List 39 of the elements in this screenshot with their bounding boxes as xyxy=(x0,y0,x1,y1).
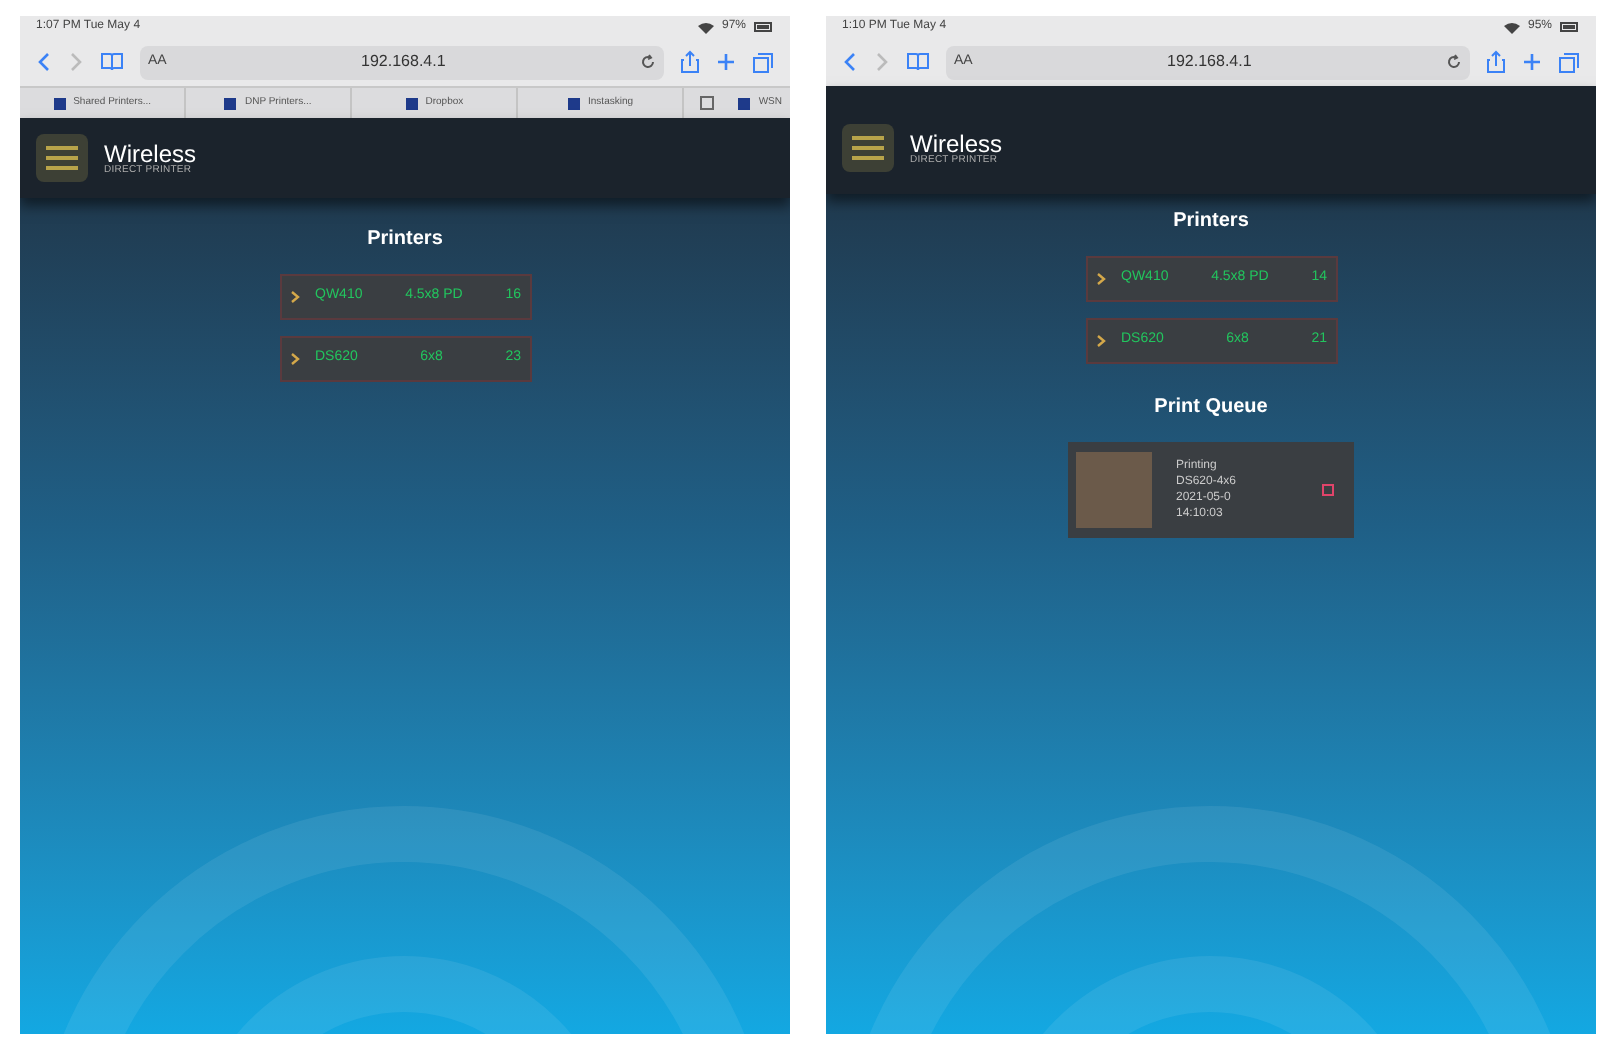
book-icon[interactable] xyxy=(906,52,930,72)
add-icon[interactable] xyxy=(716,52,736,72)
url-text: 192.168.4.1 xyxy=(1165,50,1254,74)
forward-icon[interactable] xyxy=(874,52,890,72)
battery-icon xyxy=(754,22,774,32)
forward-icon[interactable] xyxy=(68,52,84,72)
wifi-icon xyxy=(697,21,714,33)
section-title: Print Queue xyxy=(1154,394,1268,422)
section-title: Printers xyxy=(367,226,443,254)
reload-icon[interactable] xyxy=(640,54,656,70)
tabs-icon[interactable] xyxy=(752,51,774,73)
section-title: Printers xyxy=(1173,208,1249,236)
url-text: 192.168.4.1 xyxy=(359,50,448,74)
share-icon[interactable] xyxy=(1486,50,1506,74)
book-icon[interactable] xyxy=(100,52,124,72)
chevron-icon[interactable] xyxy=(1095,334,1105,348)
menu-button[interactable] xyxy=(36,134,88,182)
logo-title: Wireless xyxy=(910,131,1003,155)
chevron-icon[interactable] xyxy=(289,290,299,304)
favicon-icon xyxy=(568,97,581,109)
grid-icon[interactable] xyxy=(700,96,715,110)
menu-button[interactable] xyxy=(842,124,894,172)
wifi-icon xyxy=(1503,21,1520,33)
back-icon[interactable] xyxy=(842,52,858,72)
chevron-icon[interactable] xyxy=(289,352,299,366)
battery-icon xyxy=(1560,22,1580,32)
tabs-icon[interactable] xyxy=(1558,51,1580,73)
chevron-icon[interactable] xyxy=(1095,272,1105,286)
back-icon[interactable] xyxy=(36,52,52,72)
favicon-icon xyxy=(53,97,66,109)
cancel-button[interactable] xyxy=(1322,484,1334,496)
favicon-icon xyxy=(738,97,751,109)
share-icon[interactable] xyxy=(680,50,700,74)
reload-icon[interactable] xyxy=(1446,54,1462,70)
add-icon[interactable] xyxy=(1522,52,1542,72)
favicon-icon xyxy=(405,97,418,109)
logo-title: Wireless xyxy=(104,141,197,165)
favicon-icon xyxy=(224,97,237,109)
photo-placeholder xyxy=(1076,452,1152,528)
